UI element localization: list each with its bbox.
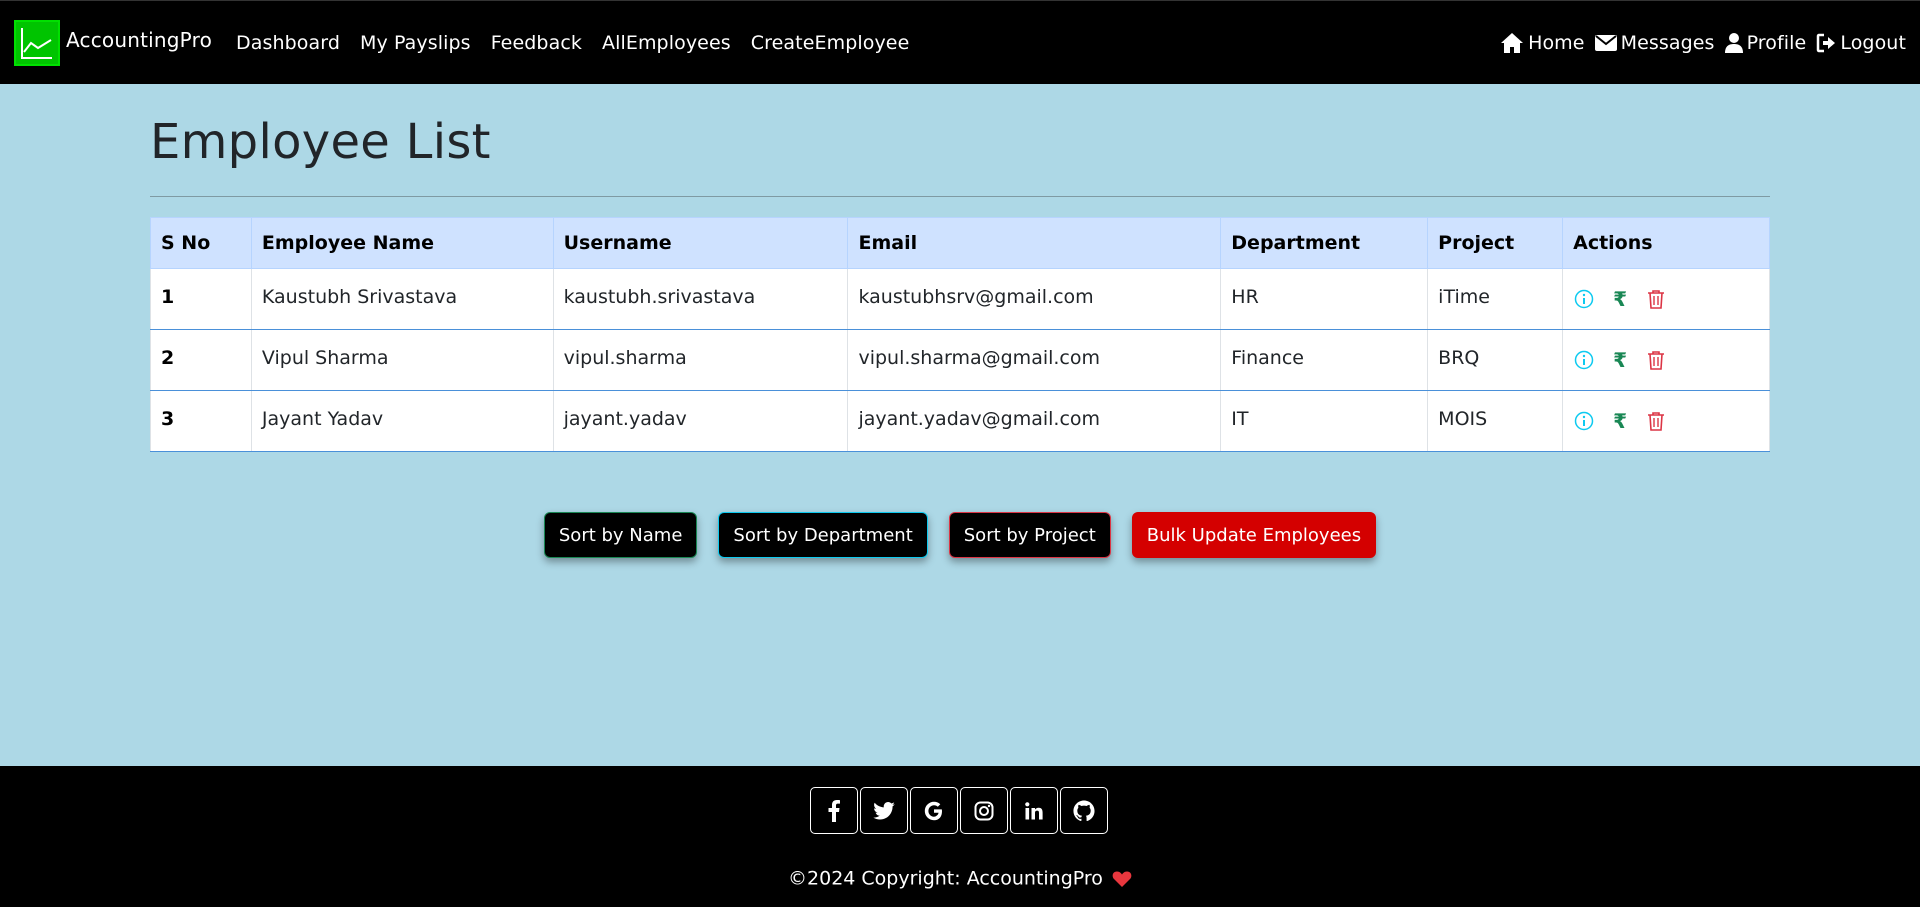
- employee-table: S No Employee Name Username Email Depart…: [150, 217, 1770, 452]
- cell-department: Finance: [1220, 329, 1429, 391]
- cell-project: iTime: [1427, 268, 1564, 330]
- nav-logout[interactable]: Logout: [1816, 32, 1906, 54]
- google-icon[interactable]: [910, 787, 958, 834]
- copyright-text: ©2024 Copyright: AccountingPro: [788, 867, 1103, 890]
- rupee-icon[interactable]: ₹: [1609, 349, 1631, 371]
- social-links: [810, 787, 1110, 834]
- main-content: Employee List S No Employee Name Usernam…: [150, 84, 1770, 558]
- cell-username: kaustubh.srivastava: [552, 268, 849, 330]
- nav-right: Home Messages Profile Logout: [1500, 32, 1906, 54]
- cell-department: IT: [1220, 390, 1429, 452]
- top-navbar: AccountingPro Dashboard My Payslips Feed…: [0, 0, 1920, 84]
- home-icon: [1501, 32, 1524, 53]
- nav-messages-label: Messages: [1620, 31, 1715, 54]
- cell-actions: ₹: [1562, 268, 1770, 330]
- twitter-icon[interactable]: [860, 787, 908, 834]
- nav-create-employee[interactable]: CreateEmployee: [751, 32, 910, 54]
- trash-icon[interactable]: [1645, 349, 1667, 371]
- nav-messages[interactable]: Messages: [1594, 31, 1715, 54]
- cell-name: Kaustubh Srivastava: [250, 268, 554, 330]
- nav-links: Dashboard My Payslips Feedback AllEmploy…: [236, 32, 929, 54]
- title-divider: [150, 196, 1770, 197]
- heart-icon: [1112, 871, 1132, 887]
- table-row: 3 Jayant Yadav jayant.yadav jayant.yadav…: [150, 390, 1770, 452]
- header-sno: S No: [150, 217, 252, 269]
- nav-home-label: Home: [1528, 31, 1585, 54]
- cell-name: Jayant Yadav: [250, 390, 554, 452]
- cell-email: kaustubhsrv@gmail.com: [847, 268, 1222, 330]
- cell-name: Vipul Sharma: [250, 329, 554, 391]
- sort-by-project-button[interactable]: Sort by Project: [948, 512, 1111, 558]
- table-header-row: S No Employee Name Username Email Depart…: [150, 217, 1770, 269]
- header-email: Email: [847, 217, 1222, 269]
- sort-button-row: Sort by Name Sort by Department Sort by …: [150, 512, 1770, 558]
- cell-sno: 3: [150, 390, 252, 452]
- page-title: Employee List: [150, 114, 491, 170]
- cell-actions: ₹: [1562, 390, 1770, 452]
- user-icon: [1724, 32, 1743, 53]
- rupee-icon[interactable]: ₹: [1609, 288, 1631, 310]
- envelope-icon: [1594, 34, 1617, 51]
- nav-profile-label: Profile: [1746, 31, 1807, 54]
- brand-name: AccountingPro: [66, 27, 213, 52]
- cell-email: vipul.sharma@gmail.com: [847, 329, 1222, 391]
- trash-icon[interactable]: [1645, 410, 1667, 432]
- trash-icon[interactable]: [1645, 288, 1667, 310]
- cell-username: vipul.sharma: [552, 329, 849, 391]
- logout-icon: [1817, 33, 1836, 52]
- nav-dashboard[interactable]: Dashboard: [236, 32, 340, 54]
- nav-my-payslips[interactable]: My Payslips: [360, 32, 471, 54]
- info-icon[interactable]: [1573, 349, 1595, 371]
- table-row: 1 Kaustubh Srivastava kaustubh.srivastav…: [150, 268, 1770, 330]
- cell-username: jayant.yadav: [552, 390, 849, 452]
- linkedin-icon[interactable]: [1010, 787, 1058, 834]
- sort-by-name-button[interactable]: Sort by Name: [543, 512, 698, 558]
- info-icon[interactable]: [1573, 288, 1595, 310]
- header-department: Department: [1220, 217, 1429, 269]
- cell-actions: ₹: [1562, 329, 1770, 391]
- facebook-icon[interactable]: [810, 787, 858, 834]
- table-row: 2 Vipul Sharma vipul.sharma vipul.sharma…: [150, 329, 1770, 391]
- copyright: ©2024 Copyright: AccountingPro: [0, 867, 1920, 890]
- cell-email: jayant.yadav@gmail.com: [847, 390, 1222, 452]
- nav-all-employees[interactable]: AllEmployees: [602, 32, 731, 54]
- bulk-update-employees-button[interactable]: Bulk Update Employees: [1131, 512, 1377, 558]
- nav-profile[interactable]: Profile: [1724, 31, 1807, 54]
- nav-home[interactable]: Home: [1500, 32, 1585, 54]
- nav-feedback[interactable]: Feedback: [491, 32, 582, 54]
- brand[interactable]: AccountingPro: [14, 19, 213, 66]
- header-project: Project: [1427, 217, 1564, 269]
- nav-logout-label: Logout: [1840, 31, 1906, 54]
- cell-project: MOIS: [1427, 390, 1564, 452]
- cell-project: BRQ: [1427, 329, 1564, 391]
- rupee-icon[interactable]: ₹: [1609, 410, 1631, 432]
- header-username: Username: [552, 217, 849, 269]
- cell-sno: 1: [150, 268, 252, 330]
- instagram-icon[interactable]: [960, 787, 1008, 834]
- info-icon[interactable]: [1573, 410, 1595, 432]
- cell-department: HR: [1220, 268, 1429, 330]
- header-actions: Actions: [1562, 217, 1770, 269]
- github-icon[interactable]: [1060, 787, 1108, 834]
- footer: ©2024 Copyright: AccountingPro: [0, 766, 1920, 907]
- header-employee-name: Employee Name: [250, 217, 554, 269]
- cell-sno: 2: [150, 329, 252, 391]
- chart-logo-icon: [14, 19, 60, 66]
- sort-by-department-button[interactable]: Sort by Department: [718, 512, 928, 558]
